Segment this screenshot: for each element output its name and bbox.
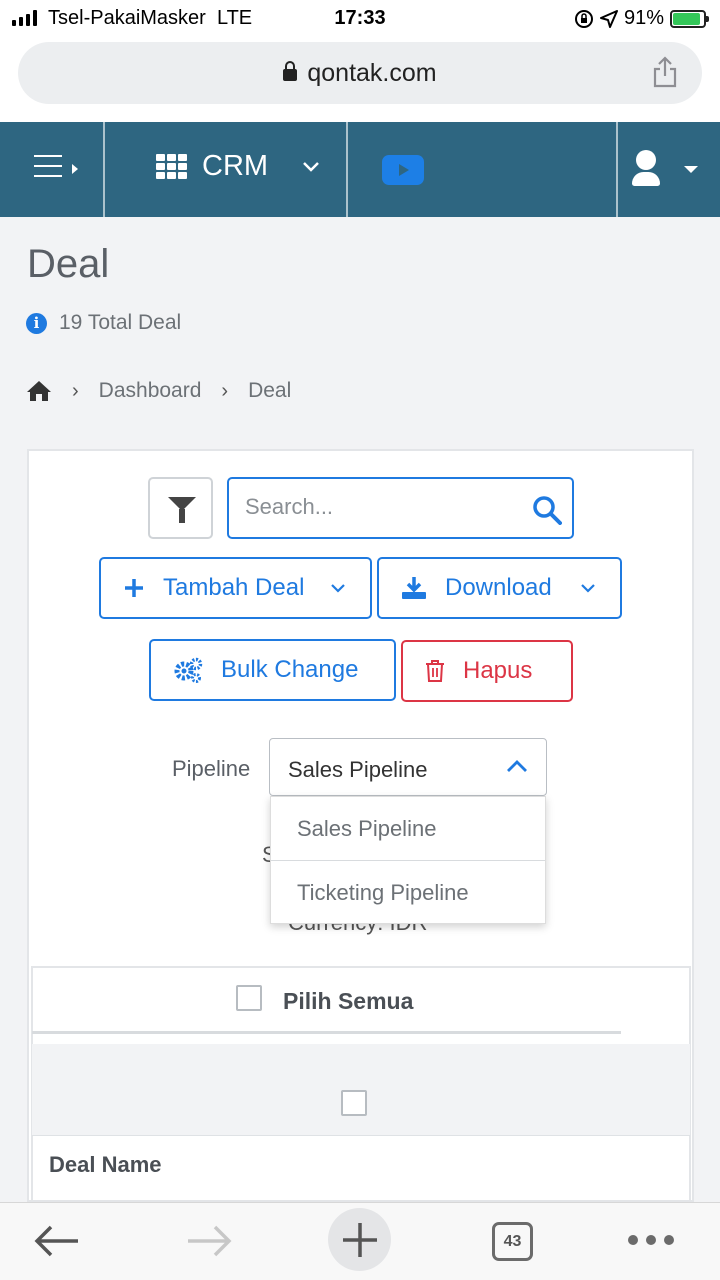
- select-all-checkbox[interactable]: [236, 985, 262, 1011]
- chevron-right-icon: ›: [72, 379, 79, 402]
- breadcrumb-dashboard[interactable]: Dashboard: [99, 379, 202, 403]
- pipeline-selected: Sales Pipeline: [288, 757, 428, 782]
- browser-toolbar: qontak.com: [0, 38, 720, 122]
- search-input[interactable]: [245, 494, 525, 520]
- user-icon[interactable]: [632, 150, 660, 186]
- module-switcher[interactable]: CRM: [156, 150, 320, 183]
- delete-button[interactable]: Hapus: [401, 640, 573, 702]
- caret-down-icon[interactable]: [684, 166, 698, 173]
- tabs-icon[interactable]: 43: [492, 1222, 533, 1261]
- add-deal-label: Tambah Deal: [163, 574, 305, 601]
- pipeline-label: Pipeline: [172, 756, 251, 781]
- download-icon: [401, 576, 427, 600]
- pipeline-option[interactable]: Ticketing Pipeline: [271, 861, 545, 925]
- chevron-up-icon: [507, 760, 527, 772]
- download-label: Download: [445, 574, 552, 601]
- bulk-change-button[interactable]: Bulk Change: [149, 639, 396, 701]
- module-label: CRM: [202, 150, 269, 182]
- forward-icon[interactable]: [186, 1224, 232, 1258]
- download-button[interactable]: Download: [377, 557, 622, 619]
- horizontal-scrollbar[interactable]: [32, 1031, 621, 1034]
- search-icon[interactable]: [532, 495, 562, 525]
- battery-icon: [670, 9, 709, 28]
- gears-icon: [173, 657, 203, 683]
- filter-button[interactable]: [148, 477, 213, 539]
- chevron-down-icon: [331, 584, 345, 593]
- back-icon[interactable]: [34, 1224, 80, 1258]
- more-icon[interactable]: [628, 1235, 674, 1245]
- location-icon: [599, 9, 618, 28]
- total-count: 19 Total Deal: [59, 311, 182, 334]
- row-checkbox[interactable]: [341, 1090, 367, 1116]
- page-title: Deal: [27, 242, 110, 286]
- new-tab-icon: [343, 1223, 377, 1257]
- chevron-right-icon: ›: [221, 379, 229, 402]
- app-navbar: CRM: [0, 122, 720, 217]
- battery-percent: 91%: [623, 7, 664, 29]
- status-bar: Tsel-PakaiMasker LTE 17:33 91%: [0, 0, 720, 38]
- pipeline-select[interactable]: Sales Pipeline: [269, 738, 547, 796]
- breadcrumb-deal: Deal: [248, 379, 292, 402]
- address-bar[interactable]: qontak.com: [18, 42, 702, 104]
- trash-icon: [425, 660, 445, 682]
- grid-icon: [156, 153, 188, 180]
- video-icon[interactable]: [382, 155, 424, 185]
- hamburger-icon[interactable]: [34, 155, 64, 185]
- orientation-lock-icon: [574, 9, 593, 28]
- search-box: [227, 477, 574, 539]
- column-header-deal-name[interactable]: Deal Name: [49, 1152, 162, 1178]
- select-all-label: Pilih Semua: [283, 988, 414, 1014]
- lock-icon: [283, 61, 298, 81]
- bulk-change-label: Bulk Change: [221, 656, 359, 683]
- delete-label: Hapus: [463, 657, 533, 684]
- new-tab-button[interactable]: [328, 1208, 391, 1271]
- breadcrumb: › Dashboard › Deal: [26, 379, 291, 403]
- pipeline-option[interactable]: Sales Pipeline: [271, 797, 545, 861]
- plus-icon: [123, 577, 145, 599]
- share-icon[interactable]: [652, 56, 678, 88]
- home-icon[interactable]: [26, 379, 52, 403]
- url-text: qontak.com: [307, 59, 437, 87]
- chevron-down-icon: [581, 584, 595, 593]
- chevron-down-icon: [303, 161, 319, 172]
- pipeline-dropdown: Sales Pipeline Ticketing Pipeline: [270, 796, 546, 924]
- add-deal-button[interactable]: Tambah Deal: [99, 557, 372, 619]
- info-icon: i: [26, 313, 47, 334]
